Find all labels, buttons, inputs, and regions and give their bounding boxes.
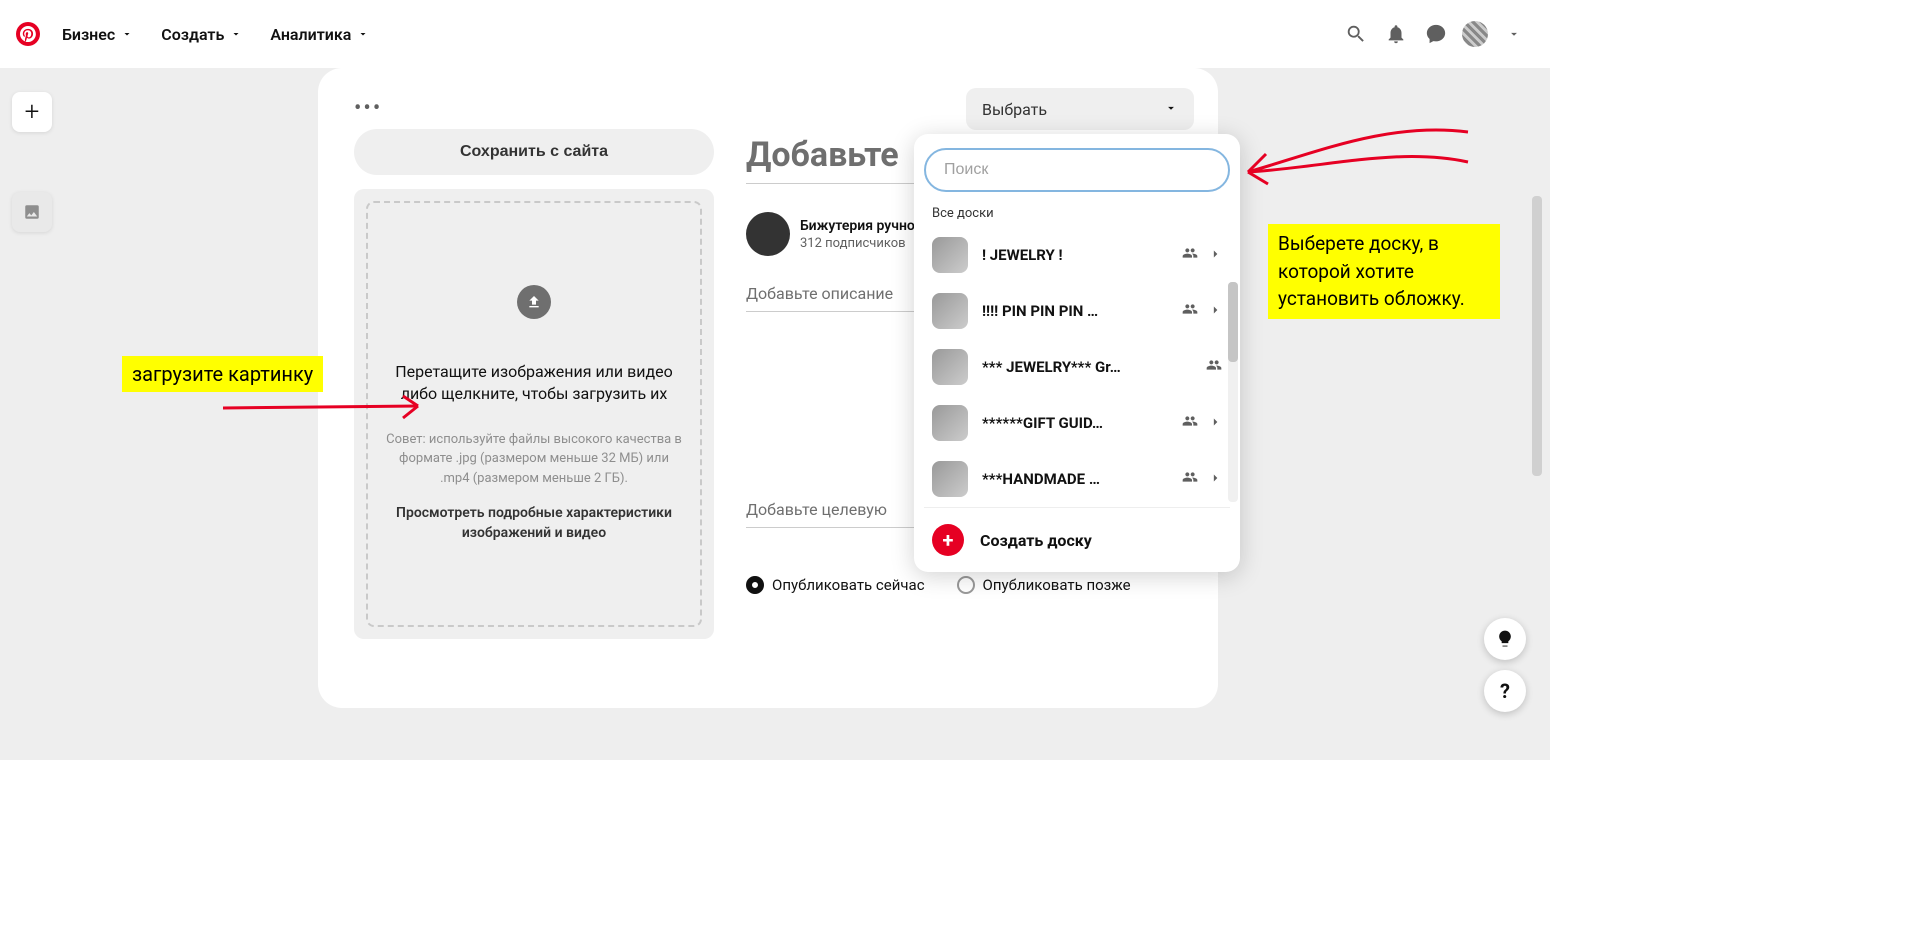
image-icon <box>23 203 41 221</box>
nav-analytics-label: Аналитика <box>270 25 351 44</box>
board-dropdown: Все доски ! JEWELRY ! !!!! PIN PIN PIN … <box>914 134 1240 572</box>
annotation-arrow-right <box>1238 112 1478 192</box>
account-chevron-icon[interactable] <box>1494 14 1534 54</box>
user-avatar[interactable] <box>1462 21 1488 47</box>
chat-icon[interactable] <box>1416 14 1456 54</box>
chevron-down-icon <box>1164 100 1178 119</box>
board-thumbnail <box>932 293 968 329</box>
board-thumbnail <box>932 237 968 273</box>
pinterest-logo[interactable] <box>16 22 40 46</box>
group-icon <box>1182 301 1198 321</box>
group-icon <box>1182 413 1198 433</box>
lightbulb-help-button[interactable] <box>1484 618 1526 660</box>
annotation-select-board-note: Выберете доску, в которой хотите установ… <box>1268 224 1500 319</box>
group-icon <box>1206 357 1222 377</box>
plus-icon: + <box>25 97 40 127</box>
create-board-label: Создать доску <box>980 531 1092 550</box>
board-item[interactable]: !!!! PIN PIN PIN … <box>924 283 1230 339</box>
chevron-down-icon <box>230 25 242 44</box>
group-icon <box>1182 245 1198 265</box>
add-pin-button[interactable]: + <box>12 92 52 132</box>
board-thumbnail <box>932 405 968 441</box>
publish-later-radio[interactable]: Опубликовать позже <box>957 576 1131 594</box>
radio-unchecked-icon <box>957 576 975 594</box>
nav-create-label: Создать <box>161 25 224 44</box>
chevron-down-icon <box>357 25 369 44</box>
board-item[interactable]: *** JEWELRY*** Gr… <box>924 339 1230 395</box>
publish-later-label: Опубликовать позже <box>983 576 1131 594</box>
chevron-right-icon <box>1208 414 1222 433</box>
publish-now-radio[interactable]: Опубликовать сейчас <box>746 576 925 594</box>
chevron-right-icon <box>1208 470 1222 489</box>
nav-analytics[interactable]: Аналитика <box>256 25 383 44</box>
board-item-label: ******GIFT GUID… <box>982 414 1168 432</box>
board-thumbnail <box>932 349 968 385</box>
dropdown-scrollbar[interactable] <box>1228 282 1238 502</box>
nav-business[interactable]: Бизнес <box>48 25 147 44</box>
nav-create[interactable]: Создать <box>147 25 256 44</box>
create-board-button[interactable]: + Создать доску <box>924 507 1230 572</box>
annotation-upload-note: загрузите картинку <box>122 356 323 392</box>
profile-avatar[interactable] <box>746 212 790 256</box>
group-icon <box>1182 469 1198 489</box>
board-thumbnail <box>932 461 968 497</box>
board-item-label: !!!! PIN PIN PIN … <box>982 302 1168 320</box>
search-icon[interactable] <box>1336 14 1376 54</box>
nav-business-label: Бизнес <box>62 25 115 44</box>
board-item-label: *** JEWELRY*** Gr… <box>982 358 1192 376</box>
body-area: + ••• Выбрать Сохранить с сайта <box>0 68 1550 760</box>
dropdown-section-label: Все доски <box>924 192 1230 227</box>
upload-icon <box>517 285 551 319</box>
board-item[interactable]: ***HANDMADE … <box>924 451 1230 507</box>
board-item-label: ***HANDMADE … <box>982 470 1168 488</box>
upload-specs-link[interactable]: Просмотреть подробные характеристики изо… <box>384 504 684 543</box>
upload-instruction: Перетащите изображения или видео либо ще… <box>384 361 684 406</box>
left-rail: + <box>12 92 52 232</box>
board-select-label: Выбрать <box>982 100 1047 119</box>
chevron-right-icon <box>1208 246 1222 265</box>
plus-circle-icon: + <box>932 524 964 556</box>
save-from-site-button[interactable]: Сохранить с сайта <box>354 129 714 175</box>
board-item[interactable]: ******GIFT GUID… <box>924 395 1230 451</box>
board-list[interactable]: ! JEWELRY ! !!!! PIN PIN PIN … <box>924 227 1230 507</box>
bell-icon[interactable] <box>1376 14 1416 54</box>
upload-area[interactable]: Перетащите изображения или видео либо ще… <box>354 189 714 639</box>
board-search-input[interactable] <box>924 148 1230 192</box>
upload-hint: Совет: используйте файлы высокого качест… <box>384 430 684 489</box>
question-icon: ? <box>1500 679 1510 703</box>
radio-checked-icon <box>746 576 764 594</box>
question-help-button[interactable]: ? <box>1484 670 1526 712</box>
board-select-button[interactable]: Выбрать <box>966 88 1194 130</box>
image-thumbnail-button[interactable] <box>12 192 52 232</box>
chevron-down-icon <box>121 25 133 44</box>
lightbulb-icon <box>1495 629 1515 649</box>
board-item-label: ! JEWELRY ! <box>982 246 1168 264</box>
publish-now-label: Опубликовать сейчас <box>772 576 925 594</box>
board-item[interactable]: ! JEWELRY ! <box>924 227 1230 283</box>
header: Бизнес Создать Аналитика <box>0 0 1550 68</box>
page-scrollbar[interactable] <box>1532 136 1542 760</box>
chevron-right-icon <box>1208 302 1222 321</box>
